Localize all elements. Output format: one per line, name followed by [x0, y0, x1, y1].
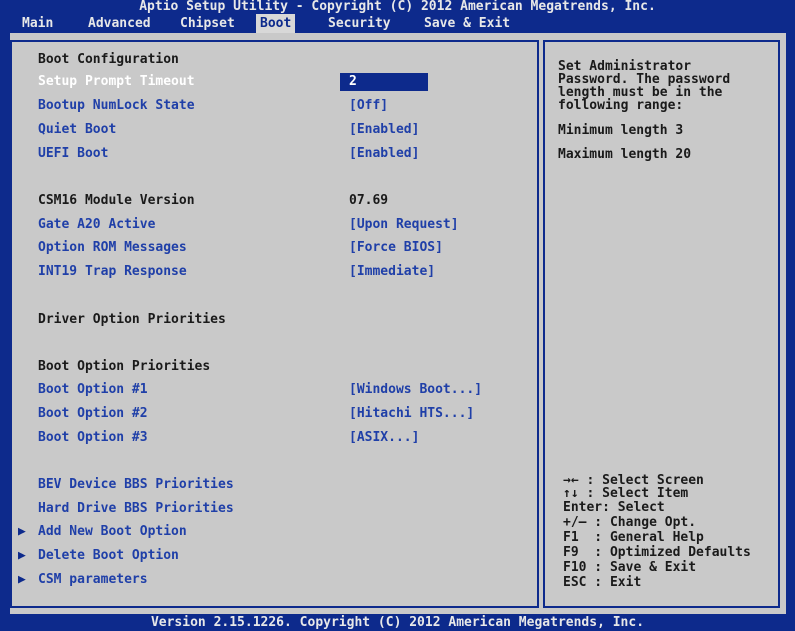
boot-option-1-value[interactable]: [Windows Boot...] — [349, 381, 482, 399]
csm-parameters-link[interactable]: CSM parameters — [38, 571, 148, 589]
csm16-version-value: 07.69 — [349, 193, 389, 208]
menu-bar: Main Advanced Chipset Boot Security Save… — [0, 14, 795, 33]
driver-option-priorities-heading: Driver Option Priorities — [38, 312, 226, 327]
tab-security[interactable]: Security — [324, 14, 395, 33]
bootup-numlock-value[interactable]: [Off] — [349, 97, 388, 115]
help-text-line-4: following range: — [558, 98, 684, 113]
key-hint-change-opt: +/— : Change Opt. — [563, 515, 697, 530]
submenu-arrow-icon: ▶ — [18, 572, 26, 587]
uefi-boot-value[interactable]: [Enabled] — [349, 145, 419, 163]
key-hint-select-item: ↑↓ : Select Item — [563, 486, 689, 501]
help-max-length: Maximum length 20 — [558, 147, 692, 162]
key-hint-save-exit: F10 : Save & Exit — [563, 560, 697, 575]
key-hint-exit: ESC : Exit — [563, 575, 642, 590]
key-hint-optimized-defaults: F9 : Optimized Defaults — [563, 545, 751, 560]
submenu-arrow-icon: ▶ — [18, 524, 26, 539]
tab-chipset[interactable]: Chipset — [176, 14, 239, 33]
help-min-length: Minimum length 3 — [558, 123, 684, 138]
boot-option-2-value[interactable]: [Hitachi HTS...] — [349, 405, 474, 423]
version-footer: Version 2.15.1226. Copyright (C) 2012 Am… — [150, 615, 645, 630]
tab-save-exit[interactable]: Save & Exit — [420, 14, 514, 33]
boot-option-2-label[interactable]: Boot Option #2 — [38, 405, 148, 423]
boot-option-1-label[interactable]: Boot Option #1 — [38, 381, 148, 399]
boot-option-3-label[interactable]: Boot Option #3 — [38, 429, 148, 447]
quiet-boot-label[interactable]: Quiet Boot — [38, 121, 116, 139]
tab-boot[interactable]: Boot — [256, 14, 296, 33]
bootup-numlock-label[interactable]: Bootup NumLock State — [38, 97, 195, 115]
tab-main[interactable]: Main — [18, 14, 57, 33]
gate-a20-value[interactable]: [Upon Request] — [349, 216, 459, 234]
tab-advanced[interactable]: Advanced — [84, 14, 155, 33]
int19-trap-label[interactable]: INT19 Trap Response — [38, 263, 187, 281]
key-hint-general-help: F1 : General Help — [563, 530, 704, 545]
hard-drive-bbs-link[interactable]: Hard Drive BBS Priorities — [38, 500, 234, 518]
submenu-arrow-icon: ▶ — [18, 548, 26, 563]
int19-trap-value[interactable]: [Immediate] — [349, 263, 435, 281]
option-rom-value[interactable]: [Force BIOS] — [349, 239, 443, 257]
title-bar: Aptio Setup Utility - Copyright (C) 2012… — [139, 0, 656, 14]
uefi-boot-label[interactable]: UEFI Boot — [38, 145, 108, 163]
quiet-boot-value[interactable]: [Enabled] — [349, 121, 419, 139]
option-rom-label[interactable]: Option ROM Messages — [38, 239, 187, 257]
gate-a20-label[interactable]: Gate A20 Active — [38, 216, 155, 234]
bev-device-bbs-link[interactable]: BEV Device BBS Priorities — [38, 476, 234, 494]
setup-prompt-timeout-value[interactable]: 2 — [340, 73, 428, 91]
delete-boot-option-link[interactable]: Delete Boot Option — [38, 547, 179, 565]
key-hint-enter: Enter: Select — [563, 500, 665, 515]
setup-prompt-timeout-label[interactable]: Setup Prompt Timeout — [38, 73, 195, 91]
add-new-boot-option-link[interactable]: Add New Boot Option — [38, 523, 187, 541]
boot-configuration-heading: Boot Configuration — [38, 52, 179, 67]
csm16-version-label: CSM16 Module Version — [38, 193, 195, 208]
boot-option-3-value[interactable]: [ASIX...] — [349, 429, 419, 447]
boot-option-priorities-heading: Boot Option Priorities — [38, 359, 211, 374]
